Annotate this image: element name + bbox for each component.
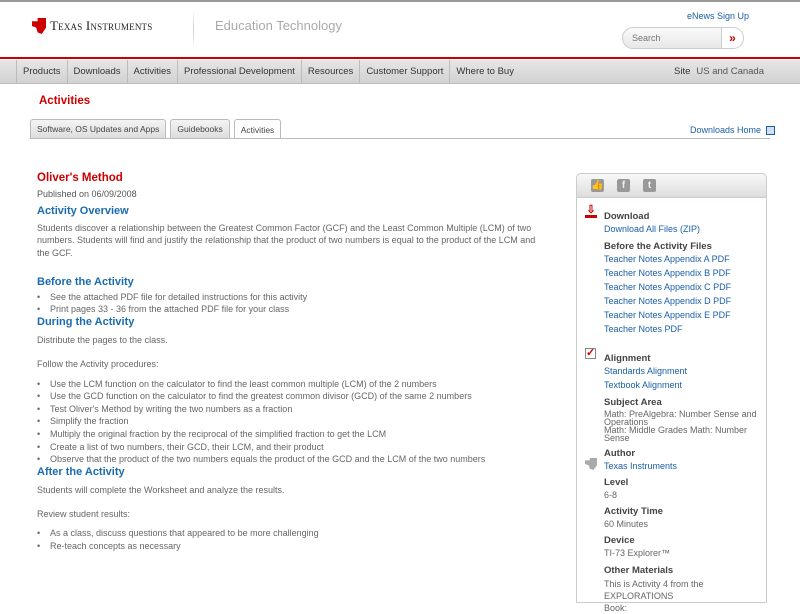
during-text: Distribute the pages to the class.: [37, 335, 168, 346]
during-heading: During the Activity: [37, 316, 135, 329]
site-selector[interactable]: Site US and Canada: [674, 66, 764, 77]
file-link[interactable]: Teacher Notes PDF: [604, 322, 731, 336]
nav-products[interactable]: Products: [17, 60, 68, 83]
published-date: Published on 06/09/2008: [37, 189, 137, 199]
subject-item: Math: Middle Grades Math: Number Sense: [604, 425, 748, 443]
device-heading: Device: [604, 535, 635, 546]
nav-professional-development[interactable]: Professional Development: [178, 60, 302, 83]
list-item: Multiply the original fraction by the re…: [37, 428, 542, 441]
after-text: Students will complete the Worksheet and…: [37, 484, 285, 495]
tab-rule: [30, 138, 770, 139]
time-value: 60 Minutes: [604, 519, 649, 529]
search-input[interactable]: [623, 28, 721, 48]
section-title: Education Technology: [215, 18, 342, 33]
enews-signup-link[interactable]: eNews Sign Up: [687, 11, 749, 21]
list-item: Re-teach concepts as necessary: [37, 540, 542, 553]
ti-author-icon: [585, 458, 597, 470]
list-item: Print pages 33 - 36 from the attached PD…: [37, 303, 542, 316]
file-link[interactable]: Teacher Notes Appendix D PDF: [604, 294, 731, 308]
level-value: 6-8: [604, 490, 618, 500]
nav-activities[interactable]: Activities: [128, 60, 178, 83]
list-item: See the attached PDF file for detailed i…: [37, 291, 542, 304]
site-value: US and Canada: [696, 66, 764, 77]
standards-alignment-link[interactable]: Standards Alignment: [604, 364, 766, 378]
facebook-icon[interactable]: f: [617, 179, 630, 192]
tab-software[interactable]: Software, OS Updates and Apps: [30, 119, 167, 138]
file-link[interactable]: Teacher Notes Appendix B PDF: [604, 266, 731, 280]
author-heading: Author: [604, 448, 636, 459]
activity-content: Oliver's Method Published on 06/09/2008 …: [37, 172, 542, 553]
checkmark-icon: ✓: [585, 347, 596, 359]
tab-bar: Software, OS Updates and Apps Guidebooks…: [30, 119, 282, 139]
review-text: Review student results:: [37, 509, 131, 520]
activity-title: Oliver's Method: [37, 172, 123, 184]
home-icon: [766, 125, 776, 135]
downloads-home-label: Downloads Home: [690, 125, 762, 135]
list-item: As a class, discuss questions that appea…: [37, 527, 542, 540]
list-item: Use the GCD function on the calculator t…: [37, 390, 542, 403]
time-heading: Activity Time: [604, 506, 663, 517]
before-files-heading: Before the Activity Files: [604, 241, 712, 252]
nav-customer-support[interactable]: Customer Support: [360, 60, 451, 83]
list-item: Create a list of two numbers, their GCD,…: [37, 441, 542, 454]
download-all-link[interactable]: Download All Files (ZIP): [604, 222, 731, 236]
header-divider: [193, 10, 194, 48]
subject-heading: Subject Area: [604, 397, 662, 408]
author-link[interactable]: Texas Instruments: [604, 459, 766, 473]
alignment-heading: Alignment: [604, 353, 651, 364]
tab-activities[interactable]: Activities: [233, 119, 282, 139]
site-label: Site: [674, 66, 691, 77]
twitter-icon[interactable]: t: [643, 179, 656, 192]
header-rule: [0, 57, 800, 59]
nav-downloads[interactable]: Downloads: [68, 60, 128, 83]
materials-text: Book:: [604, 603, 628, 613]
tab-guidebooks[interactable]: Guidebooks: [170, 119, 230, 138]
ti-logo-icon: [32, 18, 46, 34]
file-link[interactable]: Teacher Notes Appendix C PDF: [604, 280, 731, 294]
file-link[interactable]: Teacher Notes Appendix E PDF: [604, 308, 731, 322]
like-icon[interactable]: 👍: [591, 179, 604, 192]
downloads-home-link[interactable]: Downloads Home: [690, 125, 776, 135]
share-bar: 👍 f t: [577, 174, 766, 198]
textbook-alignment-link[interactable]: Textbook Alignment: [604, 378, 766, 392]
list-item: Use the LCM function on the calculator t…: [37, 378, 542, 391]
procedures-text: Follow the Activity procedures:: [37, 359, 159, 370]
file-link[interactable]: Teacher Notes Appendix A PDF: [604, 252, 731, 266]
ti-logo[interactable]: Texas Instruments: [32, 18, 152, 34]
before-heading: Before the Activity: [37, 275, 134, 288]
activity-sidebar: 👍 f t ⇩ Download Download All Files (ZIP…: [576, 173, 767, 613]
top-border: [0, 0, 800, 2]
list-item: Test Oliver's Method by writing the two …: [37, 403, 542, 416]
download-icon: ⇩: [585, 204, 597, 218]
nav-where-to-buy[interactable]: Where to Buy: [450, 60, 520, 83]
brand-name: Texas Instruments: [50, 18, 153, 33]
overview-text: Students discover a relationship between…: [37, 223, 536, 258]
list-item: Observe that the product of the two numb…: [37, 453, 542, 466]
device-value: TI-73 Explorer™: [604, 548, 671, 558]
level-heading: Level: [604, 477, 629, 488]
materials-text: This is Activity 4 from the EXPLORATIONS: [604, 579, 704, 601]
list-item: Simplify the fraction: [37, 415, 542, 428]
overview-heading: Activity Overview: [37, 205, 129, 217]
nav-resources[interactable]: Resources: [302, 60, 361, 83]
materials-heading: Other Materials: [604, 565, 674, 576]
page-title: Activities: [39, 95, 91, 107]
search-box: »: [622, 27, 744, 49]
after-heading: After the Activity: [37, 465, 125, 478]
search-button[interactable]: »: [721, 28, 743, 48]
download-heading: Download: [604, 211, 650, 222]
